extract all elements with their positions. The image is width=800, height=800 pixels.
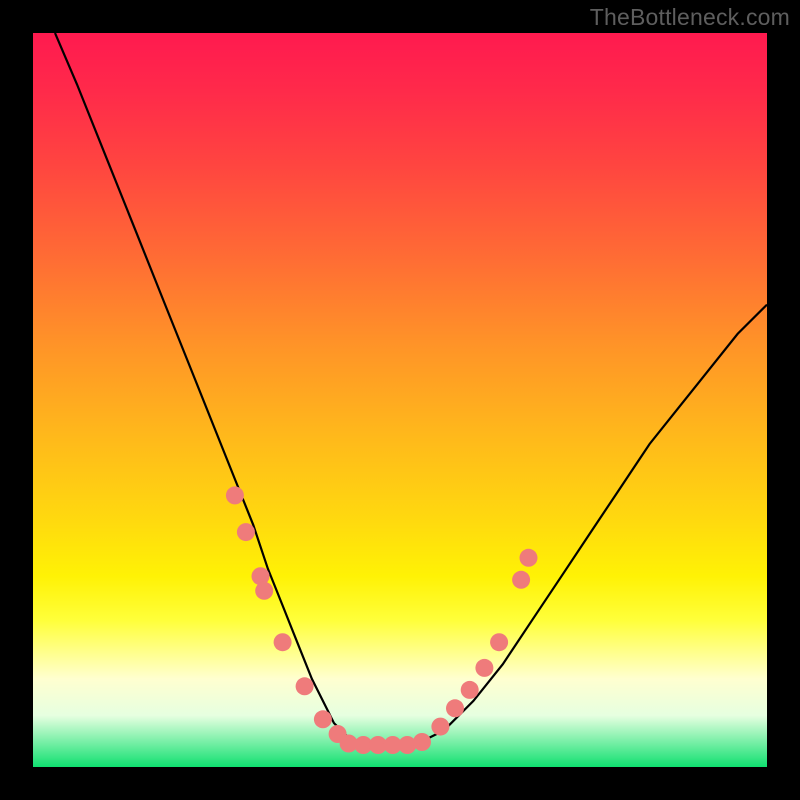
data-point <box>490 633 508 651</box>
chart-frame: TheBottleneck.com <box>0 0 800 800</box>
data-point <box>413 733 431 751</box>
data-markers <box>226 486 538 754</box>
data-point <box>226 486 244 504</box>
data-point <box>520 549 538 567</box>
chart-svg <box>33 33 767 767</box>
data-point <box>475 659 493 677</box>
data-point <box>512 571 530 589</box>
data-point <box>446 699 464 717</box>
data-point <box>237 523 255 541</box>
data-point <box>296 677 314 695</box>
data-point <box>431 718 449 736</box>
data-point <box>274 633 292 651</box>
data-point <box>461 681 479 699</box>
watermark-text: TheBottleneck.com <box>590 4 790 31</box>
data-point <box>314 710 332 728</box>
data-point <box>255 582 273 600</box>
bottleneck-curve <box>55 33 767 745</box>
plot-area <box>33 33 767 767</box>
